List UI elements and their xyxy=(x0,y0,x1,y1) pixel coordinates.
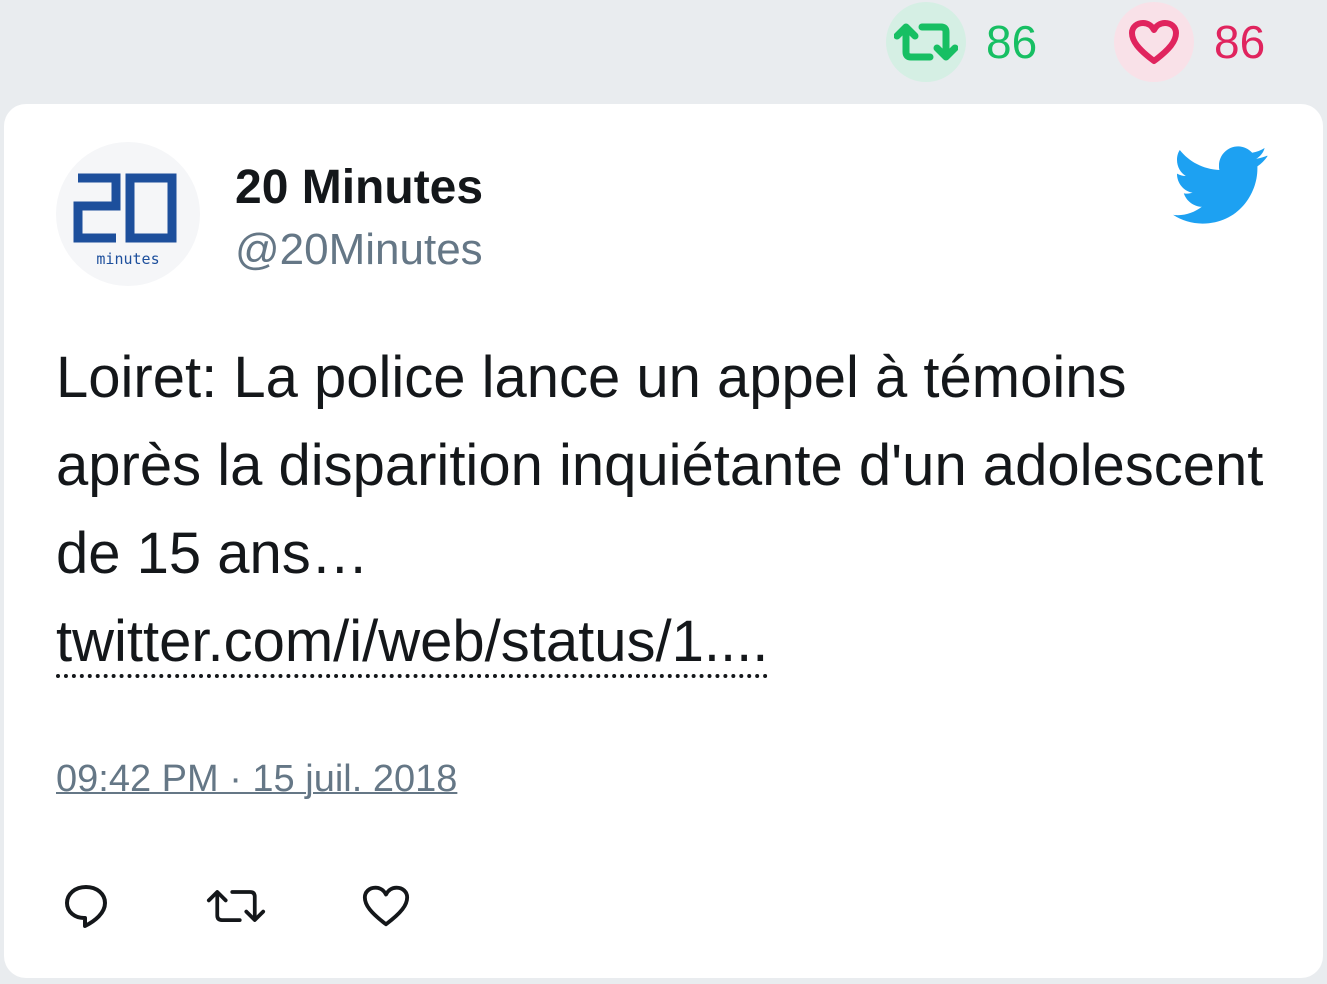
reply-icon xyxy=(65,885,107,928)
tweet-body: Loiret: La police lance un appel à témoi… xyxy=(56,345,1264,586)
like-stat[interactable]: 86 xyxy=(1114,2,1265,82)
retweet-stat[interactable]: 86 xyxy=(886,2,1037,82)
avatar[interactable]: minutes xyxy=(56,142,200,286)
reply-button[interactable] xyxy=(56,876,116,936)
retweet-count: 86 xyxy=(986,16,1038,68)
heart-action-icon xyxy=(362,885,410,927)
tweet-stats-bar: 86 86 xyxy=(0,0,1327,100)
author-name[interactable]: 20 Minutes xyxy=(235,164,483,212)
like-button[interactable] xyxy=(356,876,416,936)
retweet-button[interactable] xyxy=(206,876,266,936)
20-minutes-logo: minutes xyxy=(73,173,177,268)
tweet-text: Loiret: La police lance un appel à témoi… xyxy=(56,334,1276,686)
twitter-bird-icon[interactable] xyxy=(1172,146,1270,226)
like-count: 86 xyxy=(1214,16,1266,68)
tweet-card: minutes 20 Minutes @20Minutes Loiret: La… xyxy=(4,104,1323,978)
retweet-icon[interactable] xyxy=(886,2,966,82)
author-handle[interactable]: @20Minutes xyxy=(235,228,483,272)
tweet-link[interactable]: twitter.com/i/web/status/1.... xyxy=(56,609,769,678)
tweet-actions xyxy=(56,876,416,936)
heart-icon[interactable] xyxy=(1114,2,1194,82)
avatar-small-text: minutes xyxy=(96,250,159,268)
tweet-timestamp[interactable]: 09:42 PM · 15 juil. 2018 xyxy=(56,760,457,798)
retweet-action-icon xyxy=(206,890,266,922)
